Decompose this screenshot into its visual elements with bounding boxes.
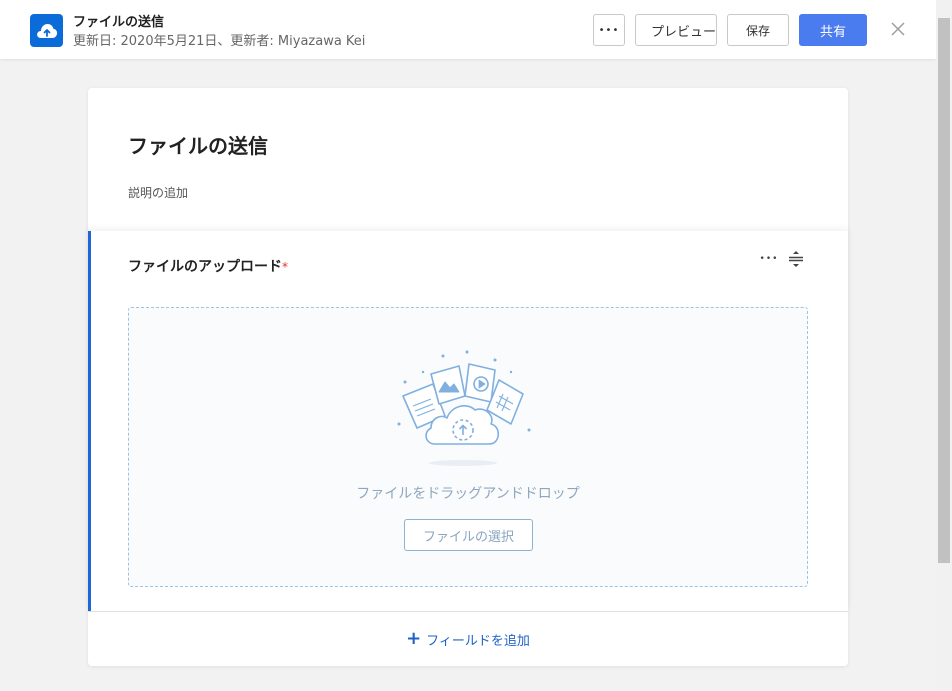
dropzone-text: ファイルをドラッグアンドドロップ: [356, 486, 580, 502]
form-title[interactable]: ファイルの送信: [128, 130, 268, 159]
more-icon: •••: [598, 24, 620, 36]
cloud-upload-icon: [30, 14, 63, 47]
form-card: ファイルの送信 説明の追加 ファイルのアップロード* ••• ファイルをドラッグ…: [88, 88, 848, 666]
file-dropzone[interactable]: ファイルをドラッグアンドドロップ ファイルの選択: [128, 307, 808, 587]
add-field-button[interactable]: + フィールドを追加: [88, 611, 848, 666]
scrollbar-thumb[interactable]: [938, 18, 950, 563]
top-bar: ファイルの送信 更新日: 2020年5月21日、更新者: Miyazawa Ke…: [0, 0, 936, 59]
save-button[interactable]: 保存: [727, 14, 789, 46]
plus-icon: +: [406, 628, 422, 649]
document-title: ファイルの送信: [73, 15, 165, 30]
share-button[interactable]: 共有: [799, 14, 867, 46]
field-label[interactable]: ファイルのアップロード*: [128, 256, 288, 276]
add-field-label: フィールドを追加: [426, 633, 530, 649]
close-icon[interactable]: [889, 20, 907, 38]
field-label-text: ファイルのアップロード: [128, 259, 282, 275]
preview-button[interactable]: プレビュー: [635, 14, 717, 46]
page-scrollbar[interactable]: [936, 0, 952, 691]
document-meta: 更新日: 2020年5月21日、更新者: Miyazawa Kei: [73, 34, 366, 49]
more-icon: •••: [759, 254, 779, 264]
more-options-button[interactable]: •••: [593, 14, 625, 46]
form-description[interactable]: 説明の追加: [128, 184, 188, 201]
drag-handle-icon[interactable]: [787, 249, 805, 269]
select-file-button[interactable]: ファイルの選択: [404, 519, 533, 551]
files-cloud-upload-illustration: [395, 344, 545, 474]
required-mark: *: [282, 260, 288, 274]
field-more-button[interactable]: •••: [758, 251, 780, 267]
file-upload-field[interactable]: ファイルのアップロード* ••• ファイルをドラッグアンドドロップ ファイルの選…: [88, 231, 848, 611]
